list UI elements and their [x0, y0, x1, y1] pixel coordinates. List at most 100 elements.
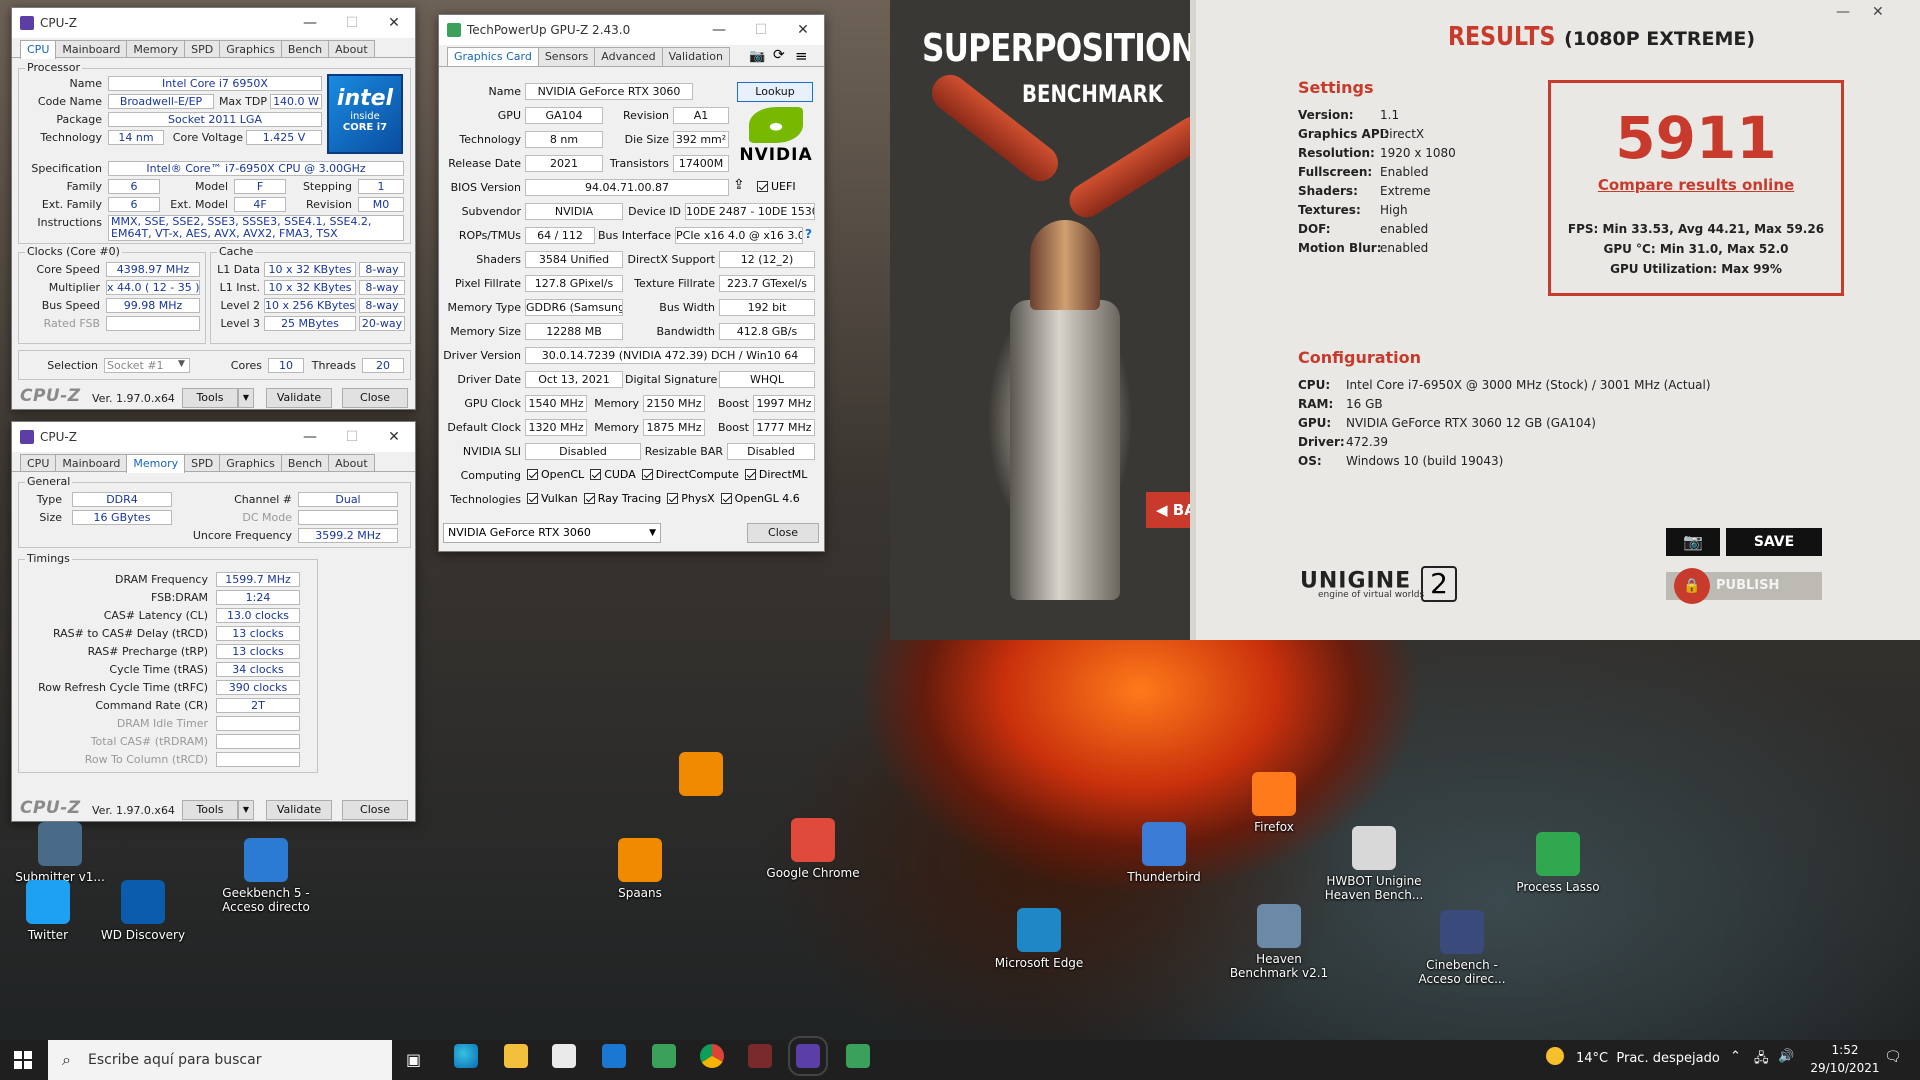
task-view-icon[interactable]: ▣	[406, 1050, 421, 1069]
tools-dropdown-button[interactable]: ▼	[238, 800, 254, 820]
close-icon[interactable]: ✕	[782, 15, 824, 45]
desktop-shortcut[interactable]: WD Discovery	[93, 880, 193, 942]
help-icon[interactable]: ?	[805, 227, 812, 241]
back-button[interactable]: ◀ BACK	[1146, 492, 1190, 528]
desktop-shortcut[interactable]: Thunderbird	[1114, 822, 1214, 884]
lock-icon: 🔒	[1674, 568, 1710, 604]
close-icon[interactable]: ✕	[1872, 4, 1884, 20]
maximize-icon[interactable]: ☐	[331, 422, 373, 452]
lookup-button[interactable]: Lookup	[737, 82, 813, 102]
opengl-checkbox[interactable]: OpenGL 4.6	[720, 492, 800, 505]
maximize-icon[interactable]: ☐	[740, 15, 782, 45]
tab-graphics[interactable]: Graphics	[219, 454, 282, 471]
desktop-shortcut[interactable]: Heaven Benchmark v2.1	[1229, 904, 1329, 980]
save-button[interactable]: SAVE	[1726, 528, 1822, 556]
volume-icon[interactable]: 🔊	[1778, 1049, 1794, 1064]
tab-validation[interactable]: Validation	[661, 47, 730, 66]
chevron-down-icon[interactable]: ▼	[649, 524, 656, 542]
minimize-icon[interactable]: —	[289, 8, 331, 38]
tools-button[interactable]: Tools	[182, 388, 238, 408]
tools-button[interactable]: Tools	[182, 800, 238, 820]
tab-cpu[interactable]: CPU	[20, 454, 57, 471]
desktop-shortcut[interactable]: Twitter	[0, 880, 98, 942]
desktop-shortcut[interactable]: Firefox	[1224, 772, 1324, 834]
desktop-shortcut[interactable]: Submitter v1...	[10, 822, 110, 884]
cuda-checkbox[interactable]: CUDA	[590, 468, 636, 481]
tab-advanced[interactable]: Advanced	[594, 47, 663, 66]
close-button[interactable]: Close	[342, 800, 408, 820]
title-bar[interactable]: CPU-Z — ☐ ✕	[12, 422, 415, 452]
desktop-shortcut[interactable]: Microsoft Edge	[989, 908, 1089, 970]
tools-dropdown-button[interactable]: ▼	[238, 388, 254, 408]
gpuz-taskbar-icon[interactable]	[652, 1044, 676, 1068]
minimize-icon[interactable]: —	[1836, 4, 1850, 20]
mail-icon[interactable]	[602, 1044, 626, 1068]
minimize-icon[interactable]: —	[698, 15, 740, 45]
weather-text[interactable]: 14°C Prac. despejado	[1576, 1051, 1720, 1066]
validate-button[interactable]: Validate	[266, 800, 332, 820]
menu-icon[interactable]: ≡	[795, 47, 808, 65]
tab-mainboard[interactable]: Mainboard	[55, 40, 128, 57]
tab-bench[interactable]: Bench	[280, 40, 330, 57]
tab-about[interactable]: About	[328, 454, 375, 471]
tab-about[interactable]: About	[328, 40, 375, 57]
vulkan-checkbox[interactable]: Vulkan	[527, 492, 578, 505]
search-box[interactable]: ⌕ Escribe aquí para buscar	[48, 1040, 392, 1080]
desktop-shortcut[interactable]: Cinebench - Acceso direc...	[1412, 910, 1512, 986]
directml-checkbox[interactable]: DirectML	[744, 468, 807, 481]
raytracing-checkbox[interactable]: Ray Tracing	[583, 492, 661, 505]
edge-taskbar-icon[interactable]	[454, 1044, 478, 1068]
notifications-icon[interactable]: 🗨	[1884, 1049, 1902, 1065]
maximize-icon[interactable]: ☐	[331, 8, 373, 38]
uefi-checkbox[interactable]: UEFI	[757, 180, 796, 193]
cpuz-taskbar-icon[interactable]	[788, 1036, 828, 1076]
desktop-shortcut[interactable]	[651, 752, 751, 800]
desktop-shortcut[interactable]: Process Lasso	[1508, 832, 1608, 894]
desktop-shortcut[interactable]: HWBOT Unigine Heaven Bench...	[1324, 826, 1424, 902]
publish-button[interactable]: 🔒 PUBLISH	[1666, 568, 1822, 604]
windows-start-icon[interactable]	[14, 1051, 32, 1069]
clock-date[interactable]: 29/10/2021	[1800, 1061, 1890, 1075]
camera-icon[interactable]: 📷	[749, 49, 765, 64]
clock-time[interactable]: 1:52	[1810, 1043, 1880, 1057]
weather-icon[interactable]	[1546, 1047, 1564, 1065]
file-explorer-icon[interactable]	[504, 1044, 528, 1068]
chevron-up-icon[interactable]: ⌃	[1730, 1049, 1741, 1064]
chrome-taskbar-icon[interactable]	[700, 1044, 724, 1068]
compare-results-link[interactable]: Compare results online	[1548, 176, 1844, 194]
gpuz-active-taskbar-icon[interactable]	[846, 1044, 870, 1068]
opencl-checkbox[interactable]: OpenCL	[527, 468, 584, 481]
desktop-shortcut[interactable]: Google Chrome	[763, 818, 863, 880]
physx-checkbox[interactable]: PhysX	[667, 492, 715, 505]
directcompute-checkbox[interactable]: DirectCompute	[641, 468, 739, 481]
tab-bench[interactable]: Bench	[280, 454, 330, 471]
title-bar[interactable]: CPU-Z — ☐ ✕	[12, 8, 415, 38]
close-icon[interactable]: ✕	[373, 8, 415, 38]
tab-memory[interactable]: Memory	[126, 40, 186, 57]
desktop-shortcut[interactable]: Geekbench 5 - Acceso directo	[216, 838, 316, 914]
tab-spd[interactable]: SPD	[184, 454, 221, 471]
validate-button[interactable]: Validate	[266, 388, 332, 408]
tab-spd[interactable]: SPD	[184, 40, 221, 57]
desktop-shortcut[interactable]: Spaans	[590, 838, 690, 900]
share-icon[interactable]: ⇪	[733, 177, 745, 193]
tab-graphics[interactable]: Graphics	[219, 40, 282, 57]
gpu-select[interactable]: NVIDIA GeForce RTX 3060 ▼	[443, 523, 661, 543]
tab-mainboard[interactable]: Mainboard	[55, 454, 128, 471]
network-icon[interactable]: 🖧	[1754, 1049, 1769, 1071]
version-text: Ver. 1.97.0.x64	[92, 804, 175, 817]
store-icon[interactable]	[552, 1044, 576, 1068]
minimize-icon[interactable]: —	[289, 422, 331, 452]
close-button[interactable]: Close	[342, 388, 408, 408]
tab-sensors[interactable]: Sensors	[537, 47, 596, 66]
tab-cpu[interactable]: CPU	[20, 40, 57, 59]
screenshot-button[interactable]: 📷	[1666, 528, 1720, 556]
close-icon[interactable]: ✕	[373, 422, 415, 452]
refresh-icon[interactable]: ⟳	[773, 47, 785, 63]
close-button[interactable]: Close	[747, 523, 819, 543]
tool-taskbar-icon[interactable]	[748, 1044, 772, 1068]
title-bar[interactable]: TechPowerUp GPU-Z 2.43.0 — ☐ ✕	[439, 15, 824, 45]
tab-memory[interactable]: Memory	[126, 454, 186, 473]
chevron-down-icon[interactable]: ▼	[178, 359, 185, 369]
tab-graphics-card[interactable]: Graphics Card	[447, 47, 539, 66]
